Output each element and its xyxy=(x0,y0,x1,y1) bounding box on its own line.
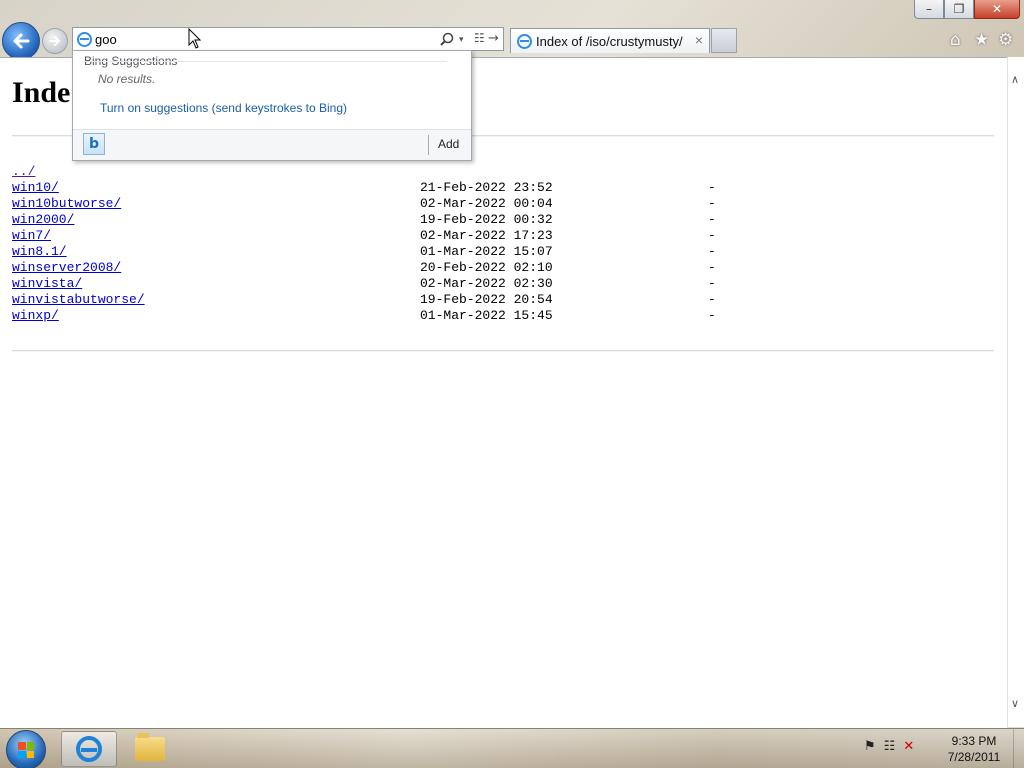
file-size: - xyxy=(708,260,716,275)
magnifier-icon[interactable] xyxy=(439,32,455,48)
window-controls: – ❐ ✕ xyxy=(914,0,1020,19)
footer-separator xyxy=(428,135,429,155)
taskbar-windows-explorer[interactable] xyxy=(122,731,178,767)
ie-tab-icon xyxy=(517,34,532,49)
divider-bottom xyxy=(12,350,994,352)
back-button[interactable] xyxy=(2,22,40,60)
directory-link[interactable]: winvista/ xyxy=(12,276,82,292)
parent-directory-link[interactable]: ../ xyxy=(12,164,35,180)
directory-link[interactable]: win10butworse/ xyxy=(12,196,121,212)
home-icon[interactable]: ⌂ xyxy=(950,30,961,50)
modified-date: 21-Feb-2022 23:52 xyxy=(420,180,553,195)
minimize-icon: – xyxy=(926,2,932,16)
tab-index-of-crustymusty[interactable]: Index of /iso/crustymusty/ × xyxy=(510,28,710,53)
file-size: - xyxy=(708,244,716,259)
file-size: - xyxy=(708,228,716,243)
file-size: - xyxy=(708,180,716,195)
directory-link[interactable]: win2000/ xyxy=(12,212,74,228)
system-tray: ⚑ ☷ ✕ xyxy=(864,739,914,754)
gear-icon[interactable]: ⚙ xyxy=(998,30,1013,50)
modified-date: 19-Feb-2022 00:32 xyxy=(420,212,553,227)
start-button[interactable] xyxy=(6,730,46,768)
restore-icon: ❐ xyxy=(953,2,965,16)
modified-date: 01-Mar-2022 15:07 xyxy=(420,244,553,259)
internet-explorer-icon xyxy=(76,736,102,762)
modified-date: 02-Mar-2022 02:30 xyxy=(420,276,553,291)
forward-arrow-icon xyxy=(49,36,61,46)
forward-button[interactable] xyxy=(42,28,68,54)
restore-button[interactable]: ❐ xyxy=(944,0,974,19)
modified-date: 02-Mar-2022 17:23 xyxy=(420,228,553,243)
page-title: Inde xyxy=(12,76,71,109)
volume-muted-icon[interactable]: ✕ xyxy=(903,739,914,754)
close-icon: ✕ xyxy=(991,2,1003,16)
search-suggestions-dropdown: Bing Suggestions No results. Turn on sug… xyxy=(72,50,472,161)
file-size: - xyxy=(708,212,716,227)
modified-date: 19-Feb-2022 20:54 xyxy=(420,292,553,307)
taskbar: ⚑ ☷ ✕ 9:33 PM 7/28/2011 xyxy=(0,728,1024,768)
file-size: - xyxy=(708,276,716,291)
action-center-flag-icon[interactable]: ⚑ xyxy=(864,739,876,754)
no-results-text: No results. xyxy=(98,72,156,86)
taskbar-internet-explorer[interactable] xyxy=(61,731,117,767)
browser-chrome: – ❐ ✕ ▾ ☷ → Index of /iso/crustymusty/ ×… xyxy=(0,0,1024,60)
scroll-up-icon[interactable]: ∧ xyxy=(1011,73,1019,86)
folder-icon xyxy=(135,733,165,761)
minimize-button[interactable]: – xyxy=(914,0,944,19)
modified-date: 20-Feb-2022 02:10 xyxy=(420,260,553,275)
windows-logo-icon xyxy=(18,742,34,758)
suggestions-footer: b Add xyxy=(73,129,471,160)
clock-date: 7/28/2011 xyxy=(947,750,1001,764)
directory-link[interactable]: winvistabutworse/ xyxy=(12,292,145,308)
file-size: - xyxy=(708,292,716,307)
directory-link[interactable]: win7/ xyxy=(12,228,51,244)
directory-link[interactable]: win10/ xyxy=(12,180,59,196)
go-arrow-icon[interactable]: → xyxy=(488,31,499,46)
modified-date: 01-Mar-2022 15:45 xyxy=(420,308,553,323)
tab-close-icon[interactable]: × xyxy=(695,32,703,48)
system-clock[interactable]: 9:33 PM 7/28/2011 xyxy=(936,733,1012,765)
file-size: - xyxy=(708,196,716,211)
bing-icon[interactable]: b xyxy=(83,133,105,155)
scroll-down-icon[interactable]: ∨ xyxy=(1011,697,1019,710)
suggestions-divider xyxy=(84,61,447,62)
directory-link[interactable]: winxp/ xyxy=(12,308,59,324)
back-arrow-icon xyxy=(13,33,30,49)
close-button[interactable]: ✕ xyxy=(974,0,1020,19)
compatibility-view-icon[interactable]: ☷ xyxy=(474,31,485,45)
directory-link[interactable]: winserver2008/ xyxy=(12,260,121,276)
address-bar[interactable]: ▾ ☷ → xyxy=(72,27,504,51)
search-dropdown-icon[interactable]: ▾ xyxy=(459,35,464,45)
address-input[interactable] xyxy=(95,30,425,48)
file-size: - xyxy=(708,308,716,323)
turn-on-suggestions-link[interactable]: Turn on suggestions (send keystrokes to … xyxy=(100,101,347,115)
directory-link[interactable]: win8.1/ xyxy=(12,244,67,260)
vertical-scrollbar[interactable]: ∧ ∨ xyxy=(1007,57,1024,727)
new-tab-button[interactable] xyxy=(711,28,737,53)
show-desktop-button[interactable] xyxy=(1013,729,1024,768)
tab-title: Index of /iso/crustymusty/ xyxy=(536,34,683,49)
star-icon[interactable]: ★ xyxy=(974,30,989,50)
clock-time: 9:33 PM xyxy=(951,734,997,748)
modified-date: 02-Mar-2022 00:04 xyxy=(420,196,553,211)
ie-page-icon xyxy=(77,32,92,47)
mouse-cursor-icon xyxy=(188,28,202,49)
add-provider-button[interactable]: Add xyxy=(438,137,459,151)
network-icon[interactable]: ☷ xyxy=(884,739,896,754)
